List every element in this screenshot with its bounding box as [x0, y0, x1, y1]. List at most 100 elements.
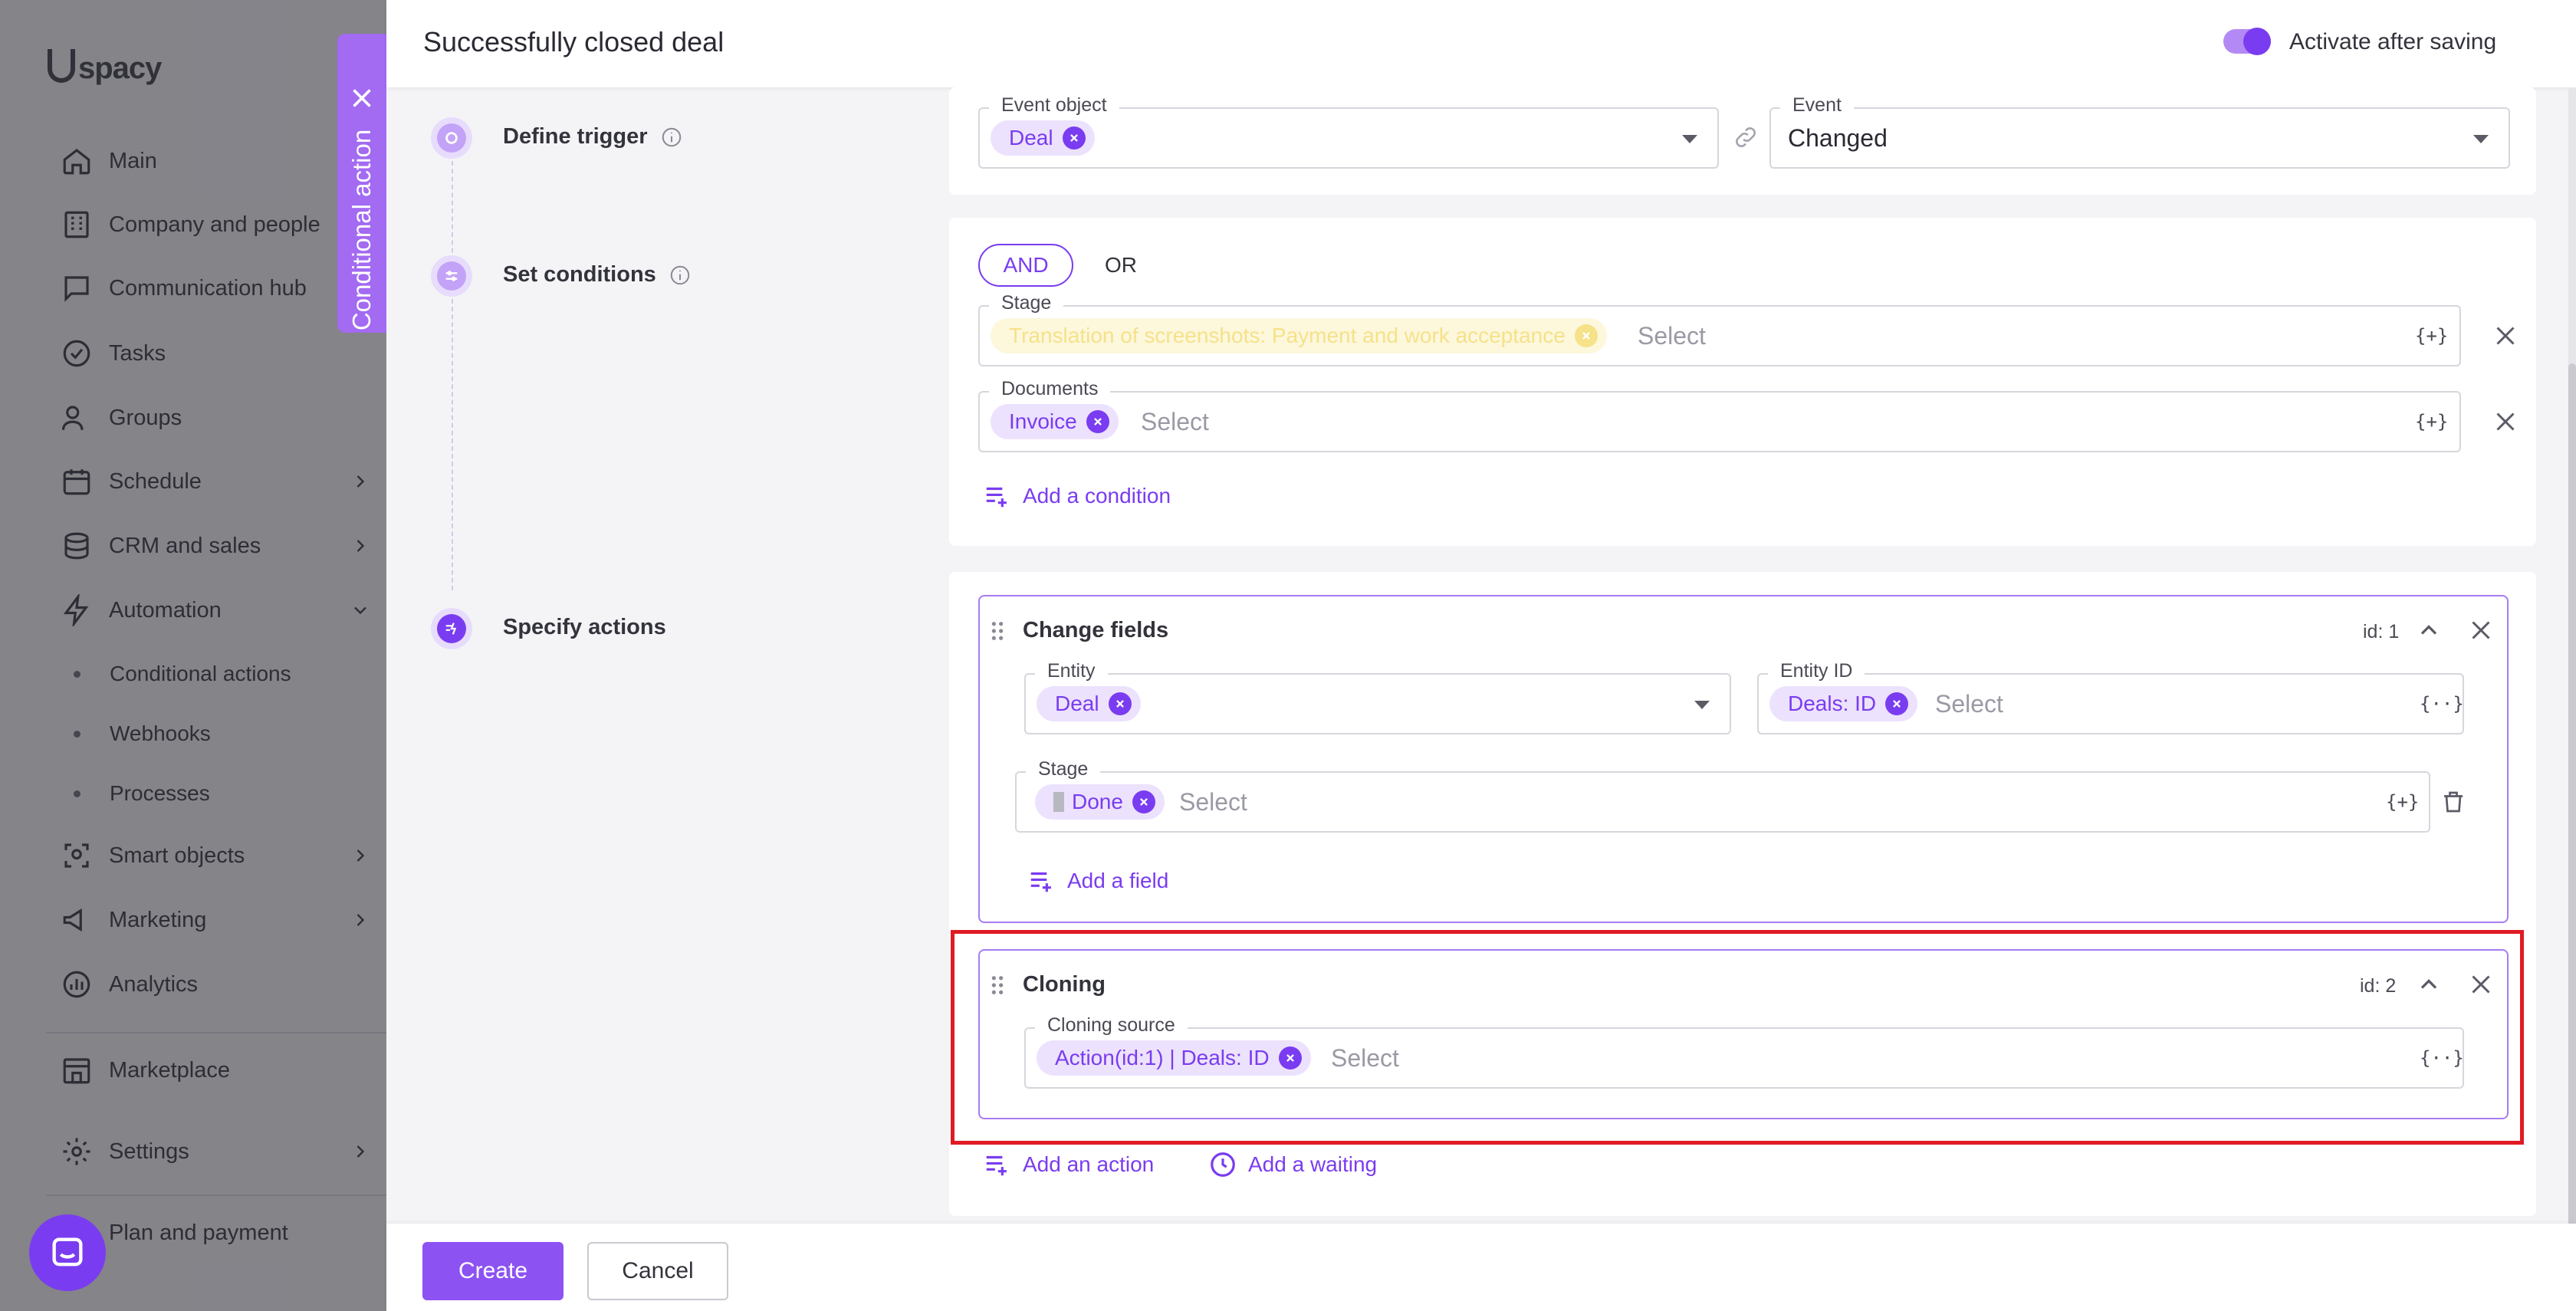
chip-label: Invoice — [1009, 409, 1077, 433]
drag-handle-icon[interactable] — [991, 621, 1004, 641]
insert-variable-button[interactable]: {··} — [2420, 693, 2464, 715]
remove-condition-icon[interactable] — [2492, 408, 2519, 435]
entity-id-field[interactable]: Entity ID Deals: ID Select {··} — [1757, 659, 2464, 734]
and-toggle[interactable]: AND — [978, 244, 1073, 287]
sidebar-item-automation[interactable]: Automation — [60, 587, 382, 633]
insert-variable-button[interactable]: {+} — [2415, 325, 2448, 347]
remove-action-icon[interactable] — [2467, 971, 2495, 998]
add-list-icon — [986, 487, 1007, 508]
chip-remove-icon[interactable] — [1108, 692, 1132, 715]
insert-variable-button[interactable]: {+} — [2386, 791, 2419, 813]
entity-field[interactable]: Entity Deal — [1024, 659, 1731, 734]
sidebar-sub-webhooks[interactable]: Webhooks — [74, 715, 211, 753]
info-icon[interactable] — [669, 264, 692, 287]
chip-remove-icon[interactable] — [1574, 324, 1598, 347]
chip-remove-icon[interactable] — [1062, 127, 1086, 150]
sidebar-item-main[interactable]: Main — [60, 138, 382, 184]
conditions-card: AND OR Stage Translation of screenshots:… — [949, 218, 2536, 546]
action-title: Cloning — [1023, 972, 1106, 997]
chip-remove-icon[interactable] — [1885, 692, 1909, 715]
sidebar-item-marketing[interactable]: Marketing — [60, 897, 382, 943]
sidebar-item-schedule[interactable]: Schedule — [60, 458, 382, 504]
add-condition-button[interactable]: Add a condition — [983, 481, 1171, 511]
sidebar-item-label: CRM and sales — [109, 533, 261, 558]
chip-label: Deal — [1009, 126, 1053, 150]
users-icon — [60, 401, 94, 435]
chevron-right-icon — [356, 1145, 365, 1158]
stage-chip: Translation of screenshots: Payment and … — [991, 318, 1607, 353]
add-waiting-button[interactable]: Add a waiting — [1208, 1150, 1377, 1179]
action-stage-field[interactable]: Stage Done Select {+} — [1015, 757, 2430, 833]
chat-bubble-icon — [52, 1237, 83, 1267]
condition-documents-field[interactable]: Documents Invoice Select {+} — [978, 377, 2461, 452]
trash-icon[interactable] — [2440, 788, 2467, 816]
link-icon — [1736, 127, 1756, 147]
chat-icon — [60, 271, 94, 305]
cancel-button[interactable]: Cancel — [587, 1242, 728, 1300]
sidebar-item-communication[interactable]: Communication hub — [60, 265, 382, 311]
create-button[interactable]: Create — [422, 1242, 564, 1300]
cloning-source-field[interactable]: Cloning source Action(id:1) | Deals: ID … — [1024, 1014, 2464, 1089]
define-trigger-label: Define trigger — [503, 124, 683, 150]
drag-handle-icon[interactable] — [991, 975, 1004, 995]
trigger-card: Event object Deal Event Changed — [949, 87, 2536, 195]
sidebar-item-label: Settings — [109, 1138, 189, 1164]
calendar-icon — [60, 465, 94, 498]
chip-remove-icon[interactable] — [1278, 1046, 1302, 1070]
insert-variable-button[interactable]: {··} — [2420, 1047, 2464, 1069]
field-label: Cloning source — [1035, 1014, 1188, 1037]
home-icon — [60, 144, 94, 178]
close-icon[interactable] — [348, 84, 376, 112]
action-id: id: 2 — [2360, 975, 2397, 997]
conditions-step-icon — [431, 255, 472, 297]
insert-variable-button[interactable]: {+} — [2415, 411, 2448, 432]
event-field[interactable]: Event Changed — [1769, 94, 2510, 169]
chip-remove-icon[interactable] — [1086, 410, 1109, 433]
sidebar-sub-processes[interactable]: Processes — [74, 774, 210, 813]
link-label: Add an action — [1023, 1152, 1155, 1176]
chip-remove-icon[interactable] — [1132, 790, 1155, 813]
chevron-right-icon — [356, 849, 365, 862]
event-object-field[interactable]: Event object Deal — [978, 94, 1719, 169]
chevron-right-icon — [356, 914, 365, 926]
sidebar-item-tasks[interactable]: Tasks — [60, 330, 382, 376]
sidebar-item-label: Automation — [109, 597, 222, 623]
add-action-button[interactable]: Add an action — [983, 1150, 1154, 1179]
support-chat-button[interactable] — [29, 1214, 106, 1291]
scrollbar[interactable] — [2568, 87, 2576, 1299]
collapse-chevron-icon[interactable] — [2415, 971, 2443, 998]
sidebar-item-analytics[interactable]: Analytics — [60, 961, 382, 1007]
collapse-chevron-icon[interactable] — [2415, 616, 2443, 644]
or-toggle-label[interactable]: OR — [1083, 244, 1159, 287]
uspacy-logo[interactable]: spacy — [48, 49, 162, 86]
sidebar-item-label: Plan and payment — [109, 1220, 288, 1245]
sidebar-item-label: Company and people — [109, 212, 320, 237]
sidebar-item-label: Main — [109, 148, 157, 173]
sidebar-item-smart-objects[interactable]: Smart objects — [60, 833, 382, 879]
field-label: Stage — [1026, 757, 1101, 780]
conditional-action-tab: Conditional action — [337, 34, 386, 333]
activate-toggle[interactable] — [2223, 28, 2271, 55]
add-list-icon — [986, 1155, 1007, 1176]
link-label: Add a condition — [1023, 484, 1171, 508]
condition-stage-field[interactable]: Stage Translation of screenshots: Paymen… — [978, 291, 2461, 366]
sidebar-item-marketplace[interactable]: Marketplace — [60, 1047, 382, 1093]
sidebar-item-company[interactable]: Company and people — [60, 202, 382, 248]
sidebar-item-label: Communication hub — [109, 275, 307, 301]
info-icon[interactable] — [660, 126, 683, 149]
sidebar-item-plan[interactable]: Plan and payment — [60, 1210, 382, 1256]
step-connector — [452, 299, 453, 590]
building-icon — [60, 208, 94, 242]
add-field-button[interactable]: Add a field — [1027, 866, 1168, 895]
remove-condition-icon[interactable] — [2492, 322, 2519, 350]
sidebar-sub-label: Processes — [110, 781, 210, 805]
sidebar-item-crm[interactable]: CRM and sales — [60, 523, 382, 569]
sidebar-item-groups[interactable]: Groups — [60, 395, 382, 441]
actions-step-icon — [431, 608, 472, 649]
action-id: id: 1 — [2363, 621, 2400, 642]
sidebar-sub-conditional-actions[interactable]: Conditional actions — [74, 655, 291, 693]
scrollbar-thumb[interactable] — [2568, 363, 2576, 1299]
sidebar-item-settings[interactable]: Settings — [60, 1129, 382, 1175]
remove-action-icon[interactable] — [2467, 616, 2495, 644]
sidebar-divider — [46, 1032, 386, 1033]
